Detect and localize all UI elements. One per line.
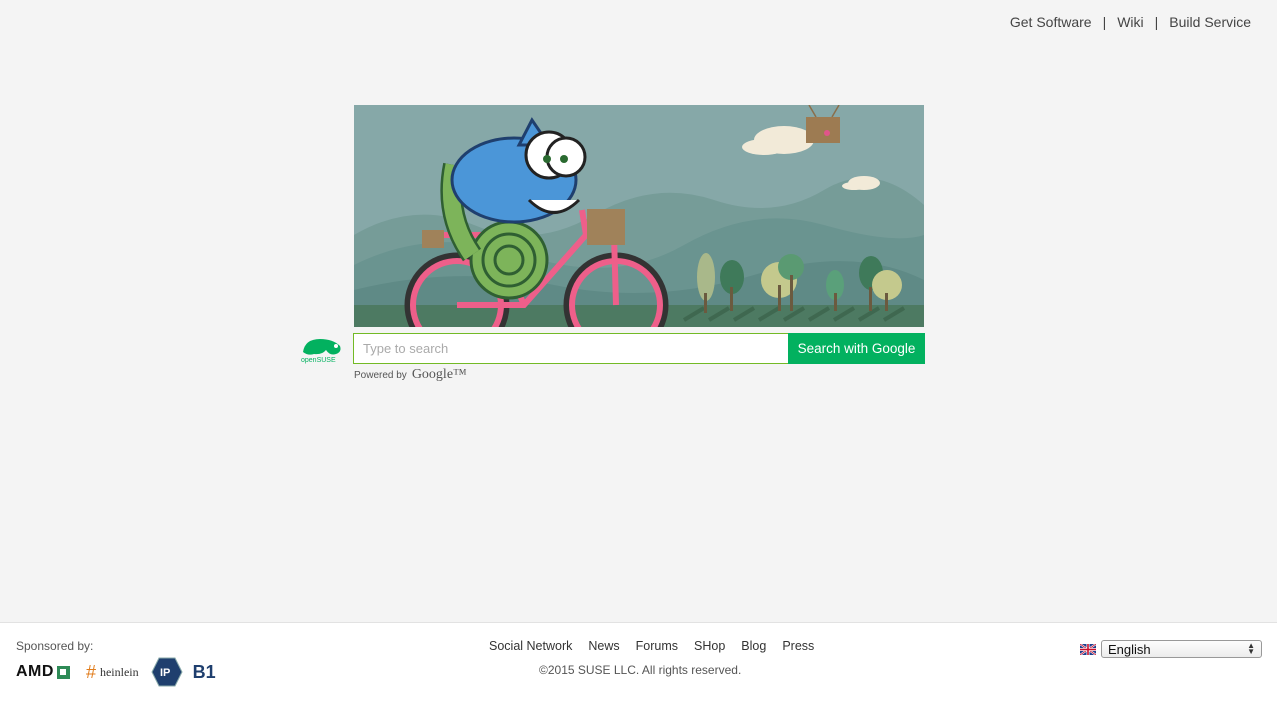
footer-link-forums[interactable]: Forums xyxy=(636,639,678,653)
google-logo: Google™ xyxy=(411,367,467,382)
footer-link-news[interactable]: News xyxy=(588,639,619,653)
heinlein-logo[interactable]: # heinlein xyxy=(86,662,139,683)
hash-icon: # xyxy=(85,661,96,682)
nav-build-service-link[interactable]: Build Service xyxy=(1169,14,1251,30)
footer-link-blog[interactable]: Blog xyxy=(741,639,766,653)
language-value: English xyxy=(1108,641,1151,657)
top-navigation: Get Software | Wiki | Build Service xyxy=(1010,14,1251,30)
search-with-google-button[interactable]: Search with Google xyxy=(788,333,925,364)
language-selector: English ▲ ▼ xyxy=(1080,640,1262,658)
amd-arrow-icon xyxy=(56,665,70,679)
footer: Sponsored by: AMD # heinlein IP B1 Social… xyxy=(0,622,1277,703)
heinlein-text: heinlein xyxy=(99,664,139,679)
amd-text: AMD xyxy=(16,663,54,680)
powered-by-label: Powered by xyxy=(354,369,407,381)
banner-illustration xyxy=(354,105,924,327)
chameleon-bicycle-illustration xyxy=(354,105,924,327)
search-bar: Search with Google xyxy=(353,333,925,364)
ip-text: IP xyxy=(160,667,170,679)
copyright-text: ©2015 SUSE LLC. All rights reserved. xyxy=(539,663,742,677)
footer-links: Social Network News Forums SHop Blog Pre… xyxy=(489,639,814,653)
ip-exchange-logo[interactable]: IP xyxy=(151,657,183,687)
nav-wiki-link[interactable]: Wiki xyxy=(1117,14,1143,30)
uk-flag-icon xyxy=(1080,643,1096,655)
opensuse-logo: openSUSE xyxy=(301,339,341,364)
nav-separator: | xyxy=(1102,14,1107,30)
search-input[interactable] xyxy=(353,333,788,364)
b1-systems-logo[interactable]: B1 xyxy=(193,662,216,683)
sponsored-by-label: Sponsored by: xyxy=(16,639,94,653)
logo-text: openSUSE xyxy=(301,357,336,364)
footer-link-press[interactable]: Press xyxy=(782,639,814,653)
footer-link-shop[interactable]: SHop xyxy=(694,639,725,653)
language-select[interactable]: English ▲ ▼ xyxy=(1101,640,1262,658)
select-arrows-icon: ▲ ▼ xyxy=(1247,641,1255,656)
amd-logo[interactable]: AMD xyxy=(16,663,70,681)
powered-by-google: Powered by Google™ xyxy=(354,367,467,383)
footer-link-social-network[interactable]: Social Network xyxy=(489,639,572,653)
nav-separator: | xyxy=(1154,14,1159,30)
nav-get-software-link[interactable]: Get Software xyxy=(1010,14,1092,30)
sponsor-logos: AMD # heinlein IP B1 xyxy=(16,657,216,687)
